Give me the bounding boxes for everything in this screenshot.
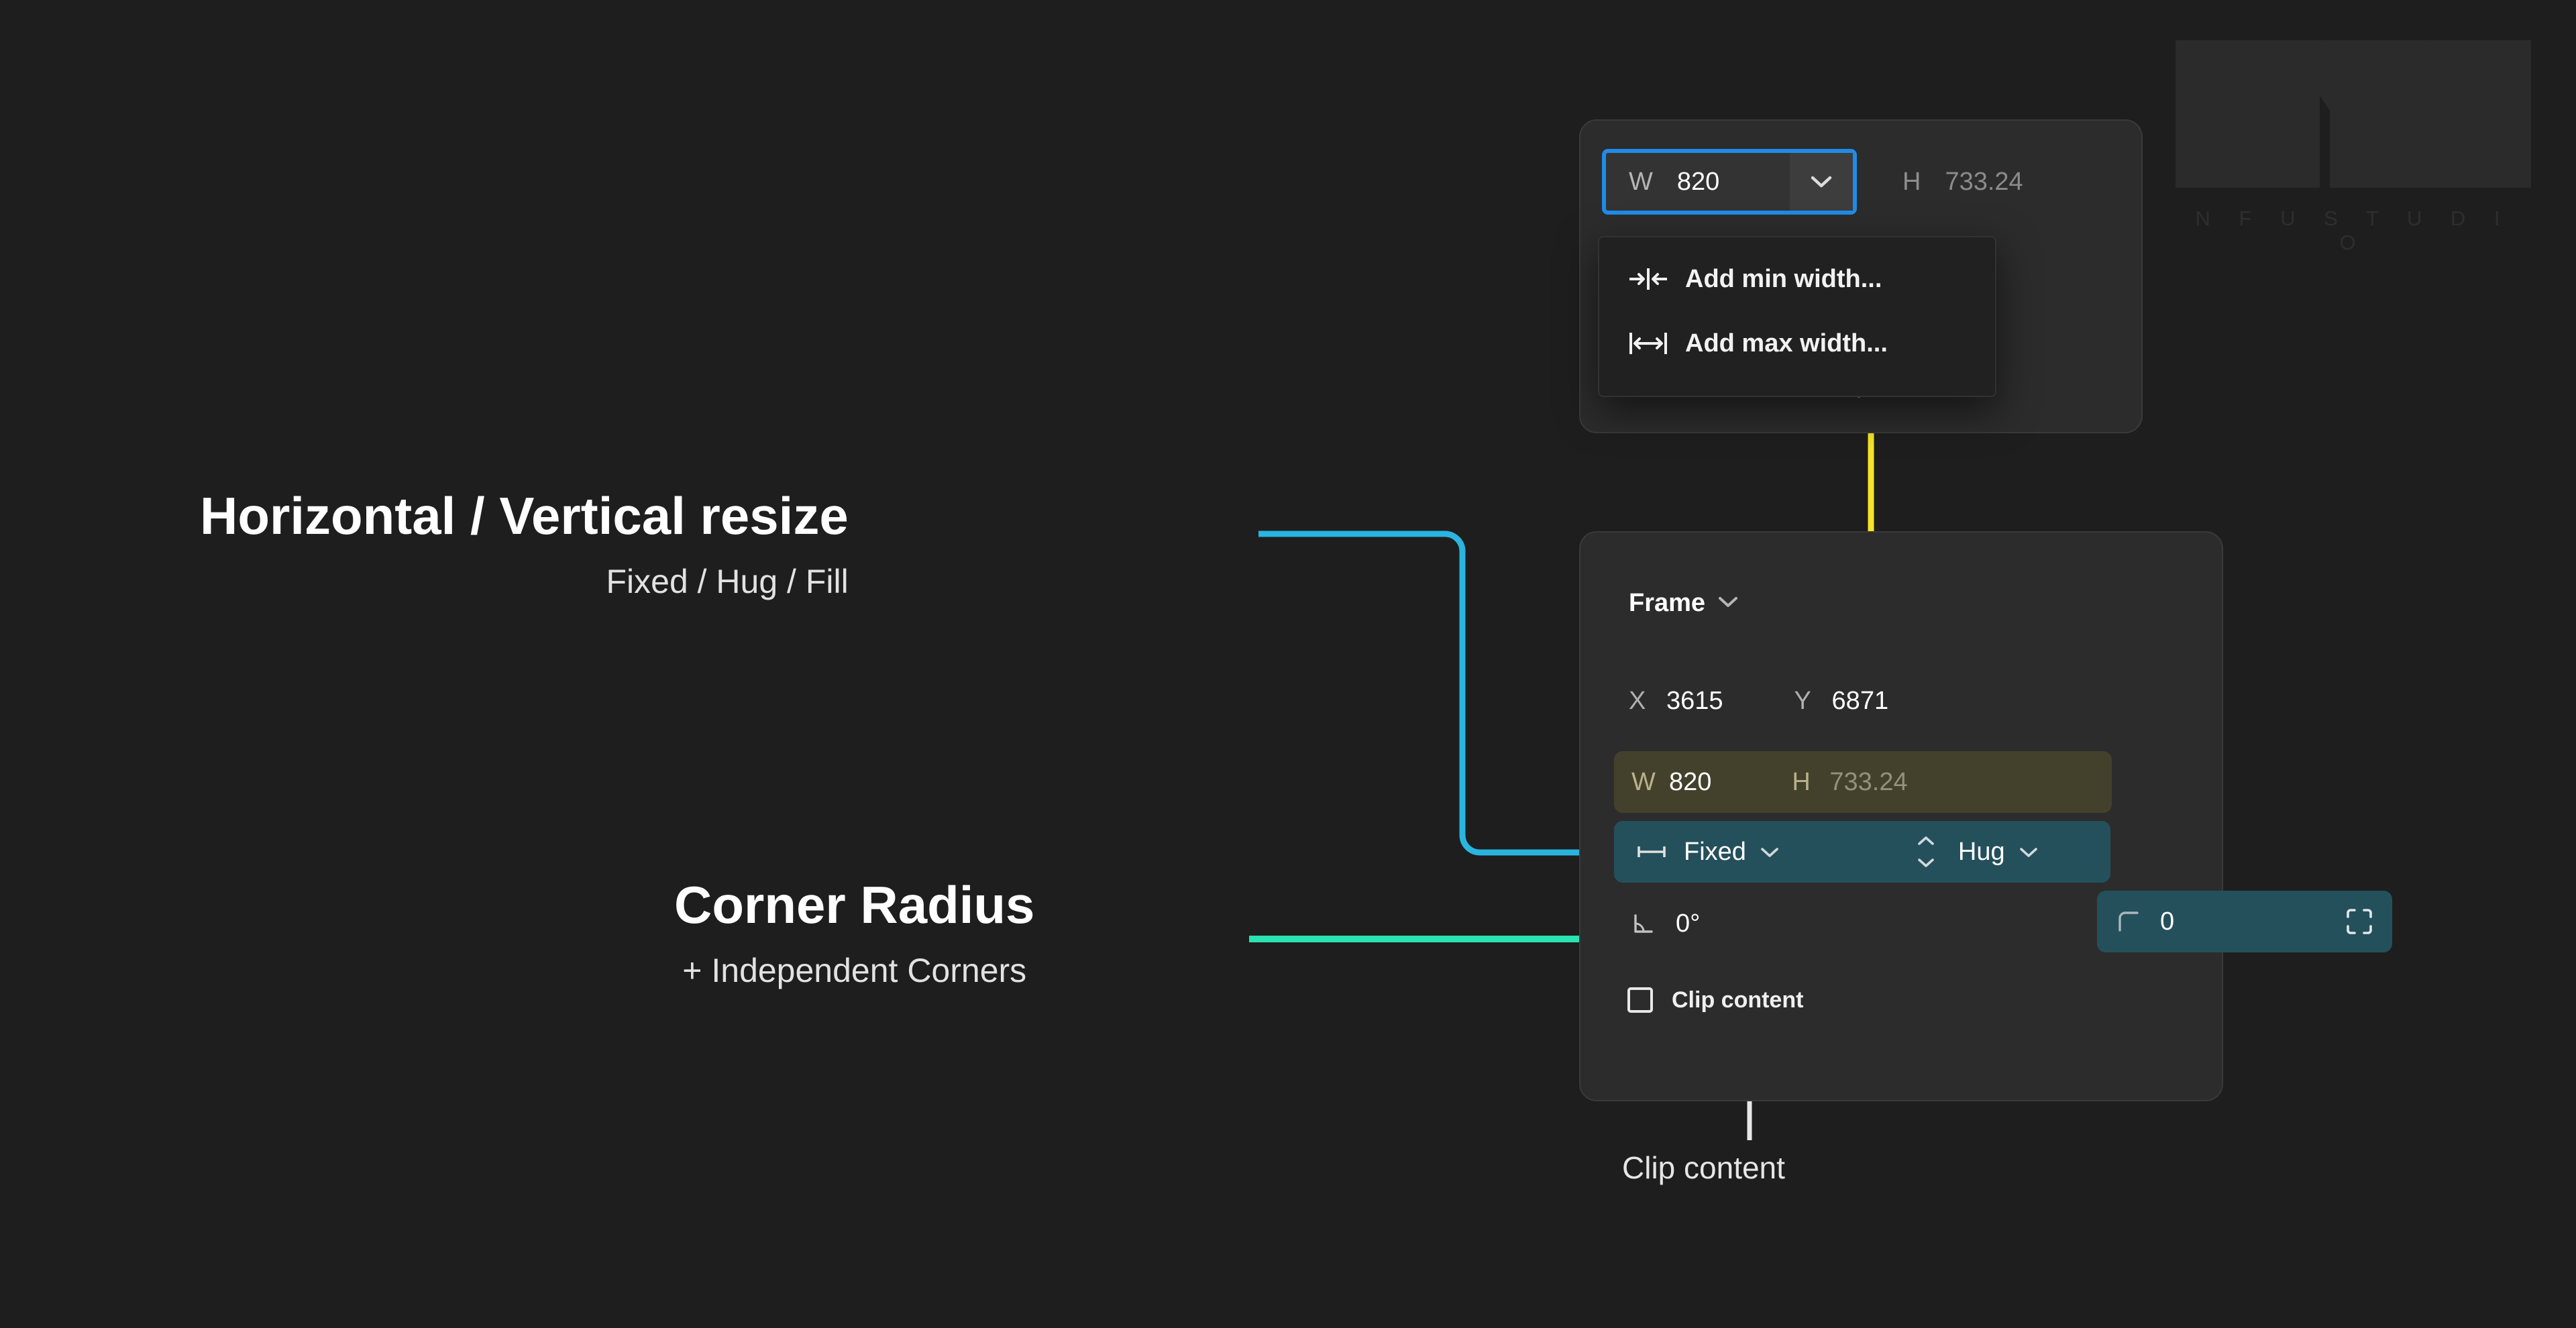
chevron-down-icon[interactable] (1760, 846, 1780, 859)
chevron-down-glyph (1811, 176, 1832, 188)
x-value: 3615 (1666, 686, 1723, 715)
vertical-resize-icon (1903, 836, 1949, 867)
rotation-row[interactable]: 0° (1614, 895, 2112, 952)
clip-content-row[interactable]: Clip content (1580, 971, 2222, 1029)
rotation-angle-icon (1631, 911, 1656, 936)
frame-properties-panel: Frame X 3615 Y 6871 W 820 H 733.24 Fixed… (1579, 531, 2392, 1101)
menu-item-add-min-width[interactable]: Add min width... (1599, 247, 1995, 311)
width-input[interactable]: W 820 (1631, 768, 1711, 797)
chevron-down-icon[interactable] (1717, 595, 1739, 612)
height-input[interactable]: H 733.24 (1792, 768, 1907, 797)
rotation-angle-glyph (1634, 914, 1653, 933)
chevron-down-icon[interactable] (2019, 846, 2039, 859)
y-position-input[interactable]: Y 6871 (1794, 687, 1889, 716)
corner-radius-value: 0 (2160, 907, 2175, 936)
size-row-highlighted: W 820 H 733.24 (1614, 751, 2112, 813)
height-input[interactable]: H 733.24 (1902, 149, 2023, 215)
menu-item-label: Add max width... (1685, 329, 1888, 357)
annotation-resize-title: Horizontal / Vertical resize (200, 486, 849, 545)
resize-row-highlighted: Fixed Hug (1614, 821, 2110, 883)
max-width-icon (1623, 330, 1673, 357)
chevron-down-icon[interactable] (1790, 153, 1853, 211)
min-width-icon (1623, 266, 1673, 292)
max-width-glyph (1629, 333, 1667, 354)
width-value: 820 (1676, 167, 1720, 196)
chevron-down-glyph (2019, 847, 2037, 857)
frame-type-label: Frame (1629, 589, 1706, 617)
annotation-resize-subtitle: Fixed / Hug / Fill (606, 563, 849, 600)
height-value: 733.24 (1829, 767, 1908, 796)
screenshot-root: N F U S T U D I O W 820 H 733.24 Add min… (0, 0, 2576, 1328)
nfu-logo-icon (2176, 40, 2531, 188)
x-position-input[interactable]: X 3615 (1629, 687, 1723, 716)
vertical-resize-select[interactable]: Hug (1903, 836, 2039, 867)
width-label: W (1631, 767, 1656, 796)
clip-content-checkbox[interactable] (1627, 987, 1653, 1013)
height-label: H (1902, 167, 1921, 196)
corner-radius-glyph (2118, 911, 2139, 932)
menu-item-add-max-width[interactable]: Add max width... (1599, 311, 1995, 376)
independent-corners-glyph (2347, 909, 2372, 934)
width-value: 820 (1669, 767, 1712, 796)
horizontal-resize-icon (1629, 842, 1674, 861)
watermark-wordmark: N F U S T U D I O (2195, 207, 2512, 254)
corner-radius-icon (2117, 910, 2140, 933)
width-input-focused[interactable]: W 820 (1602, 149, 1857, 215)
y-value: 6871 (1831, 686, 1889, 715)
annotation-resize: Horizontal / Vertical resize Fixed / Hug… (200, 490, 849, 598)
menu-item-label: Add min width... (1685, 264, 1882, 293)
position-row: X 3615 Y 6871 (1580, 672, 2222, 730)
annotation-radius-subtitle: + Independent Corners (682, 952, 1027, 989)
frame-type-selector[interactable]: Frame (1629, 589, 1739, 618)
vertical-resize-glyph (1918, 836, 1934, 867)
nfu-studio-watermark: N F U S T U D I O (2176, 40, 2531, 254)
clip-content-label: Clip content (1672, 987, 1804, 1013)
annotation-corner-radius: Corner Radius + Independent Corners (674, 879, 1034, 987)
annotation-clip-content: Clip content (1622, 1150, 1785, 1185)
height-label: H (1792, 767, 1811, 796)
y-label: Y (1794, 686, 1811, 715)
independent-corners-icon[interactable] (2345, 907, 2373, 936)
height-value: 733.24 (1945, 167, 2023, 196)
corner-radius-row-highlighted[interactable]: 0 (2097, 891, 2392, 952)
rotation-value: 0° (1676, 909, 1701, 938)
leader-line-resize-cyan (1258, 531, 1610, 856)
x-label: X (1629, 686, 1646, 715)
width-label: W (1629, 167, 1653, 196)
annotation-radius-title: Corner Radius (674, 875, 1035, 934)
min-width-glyph (1629, 268, 1667, 290)
vertical-resize-value: Hug (1957, 837, 2005, 866)
chevron-down-glyph (1761, 847, 1778, 857)
horizontal-resize-value: Fixed (1684, 837, 1746, 866)
chevron-down-glyph (1719, 597, 1738, 607)
horizontal-resize-glyph (1638, 846, 1666, 857)
horizontal-resize-select[interactable]: Fixed (1629, 838, 1780, 867)
width-constraints-dropdown[interactable]: Add min width... Add max width... (1598, 236, 1996, 397)
